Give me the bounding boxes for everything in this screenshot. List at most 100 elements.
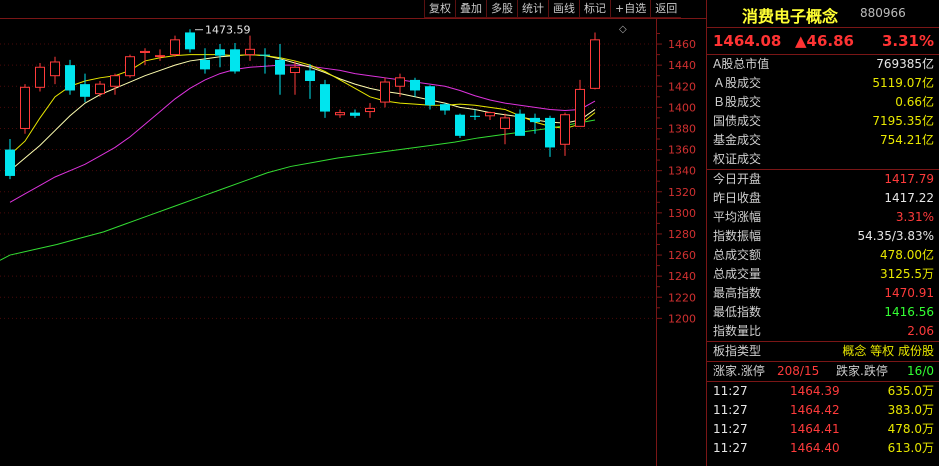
y-tick-label: 1460 — [668, 38, 696, 51]
candle-body — [335, 112, 345, 116]
price-change-pct: 3.31% — [881, 32, 934, 50]
candle-body — [110, 75, 120, 87]
market-stat-row: Ｂ股成交 0.66亿 — [707, 93, 939, 112]
toolbar-button-add-watch[interactable]: +自选 — [610, 0, 651, 18]
index-stat-value: 3.31% — [895, 210, 934, 224]
toolbar-button-mark[interactable]: 标记 — [579, 0, 610, 18]
advance-decline-row: 涨家.涨停 208/15 跌家.跌停 16/0 — [707, 362, 939, 382]
panel-header: 消费电子概念 880966 — [707, 0, 939, 27]
market-stat-value: 5119.07亿 — [872, 76, 934, 90]
toolbar-button-draw[interactable]: 画线 — [548, 0, 579, 18]
index-stat-label: 指数量比 — [713, 324, 762, 338]
toolbar-button-overlay[interactable]: 叠加 — [455, 0, 486, 18]
index-stat-label: 最高指数 — [713, 286, 762, 300]
market-stat-row: A股总市值 769385亿 — [707, 55, 939, 74]
index-type-label: 板指类型 — [713, 344, 762, 358]
index-stat-label: 今日开盘 — [713, 172, 762, 186]
candle-body — [290, 66, 300, 74]
market-stat-label: 国债成交 — [713, 114, 762, 128]
decline-label: 跌家.跌停 — [836, 364, 888, 378]
candle-body — [185, 32, 195, 50]
current-price: 1464.08 — [713, 32, 782, 50]
candle-body — [200, 59, 210, 70]
y-tick-label: 1360 — [668, 144, 696, 157]
candle-body — [425, 86, 435, 106]
tick-volume: 635.0万 — [887, 384, 934, 398]
index-stat-row: 指数量比 2.06 — [707, 322, 939, 341]
tick-time: 11:27 — [713, 441, 748, 455]
index-stat-value: 3125.5万 — [880, 267, 934, 281]
market-stat-row: 国债成交 7195.35亿 — [707, 112, 939, 131]
index-stat-label: 平均涨幅 — [713, 210, 762, 224]
candle-body — [95, 83, 105, 95]
market-stat-value: 7195.35亿 — [872, 114, 934, 128]
tick-price: 1464.40 — [790, 441, 840, 455]
quote-panel: 消费电子概念 880966 1464.08 ▲46.86 3.31% A股总市值… — [706, 0, 939, 466]
toolbar-button-fuquan[interactable]: 复权 — [424, 0, 455, 18]
market-volume-section: A股总市值 769385亿 Ａ股成交 5119.07亿 Ｂ股成交 0.66亿国债成交 719… — [707, 55, 939, 170]
index-stat-value: 478.00亿 — [880, 248, 934, 262]
price-change: ▲46.86 — [795, 32, 854, 50]
market-stat-label: Ａ股成交 — [713, 76, 762, 90]
index-stats-section: 今日开盘 1417.79 昨日收盘 1417.22 平均涨幅 3.31% 指数振幅 54.35… — [707, 170, 939, 342]
y-tick-label: 1300 — [668, 207, 696, 220]
diamond-icon[interactable]: ◇ — [619, 24, 627, 35]
kline-chart[interactable]: 1460 1440 1420 1400 1380 1360 1340 1320 1300 1280… — [0, 0, 706, 466]
market-stat-row: Ａ股成交 5119.07亿 — [707, 74, 939, 93]
tick-list: 11:27 1464.39 635.0万 11:27 1464.42 383.0万 11:2… — [707, 382, 939, 458]
y-tick-label: 1340 — [668, 165, 696, 178]
tick-volume: 478.0万 — [887, 422, 934, 436]
tick-volume: 383.0万 — [887, 403, 934, 417]
market-stat-label: 基金成交 — [713, 133, 762, 147]
candle-body — [365, 107, 375, 113]
ma-yellow-line — [9, 54, 596, 156]
price-line: 1464.08 ▲46.86 3.31% — [707, 27, 939, 55]
chart-toolbar: 复权 叠加 多股 统计 画线 标记 +自选 返回 — [424, 0, 682, 18]
tick-row: 11:27 1464.40 613.0万 — [707, 439, 939, 458]
market-stat-value: 0.66亿 — [895, 95, 934, 109]
candle-body — [470, 115, 480, 117]
index-stat-label: 昨日收盘 — [713, 191, 762, 205]
candle-body — [140, 50, 150, 53]
index-stat-value: 1417.22 — [884, 191, 934, 205]
toolbar-button-multi[interactable]: 多股 — [486, 0, 517, 18]
candle-body — [50, 61, 60, 77]
index-stat-label: 指数振幅 — [713, 229, 762, 243]
index-name: 消费电子概念 — [742, 7, 839, 26]
index-stat-label: 总成交额 — [713, 248, 762, 262]
tick-price: 1464.39 — [790, 384, 840, 398]
index-stat-label: 最低指数 — [713, 305, 762, 319]
index-stat-row: 昨日收盘 1417.22 — [707, 189, 939, 208]
toolbar-button-stats[interactable]: 统计 — [517, 0, 548, 18]
decline-value: 16/0 — [907, 364, 934, 378]
tick-price: 1464.42 — [790, 403, 840, 417]
candle-body — [380, 81, 390, 103]
tick-row: 11:27 1464.42 383.0万 — [707, 401, 939, 420]
candle-body — [590, 39, 600, 89]
ma-green-line — [0, 119, 596, 261]
kline-chart-area[interactable]: 1460 1440 1420 1400 1380 1360 1340 1320 1300 1280… — [0, 0, 706, 466]
index-type-value[interactable]: 概念 等权 成份股 — [842, 342, 934, 361]
y-tick-label: 1260 — [668, 249, 696, 262]
ma-white-line — [9, 54, 596, 172]
high-price-label: 1473.59 — [205, 24, 251, 37]
tick-time: 11:27 — [713, 403, 748, 417]
candle-body — [440, 104, 450, 111]
market-stat-row: 权证成交 — [707, 150, 939, 169]
index-stat-row: 最高指数 1470.91 — [707, 284, 939, 303]
candle-body — [125, 56, 135, 77]
market-stat-label: A股总市值 — [713, 57, 770, 71]
index-type-row: 板指类型 概念 等权 成份股 — [707, 342, 939, 362]
index-stat-row: 指数振幅 54.35/3.83% — [707, 227, 939, 246]
index-stat-value: 1416.56 — [884, 305, 934, 319]
y-tick-label: 1200 — [668, 312, 696, 325]
index-stat-value: 54.35/3.83% — [857, 229, 934, 243]
candle-body — [215, 49, 225, 56]
candle-body — [80, 84, 90, 97]
candle-body — [170, 39, 180, 56]
candle-body — [485, 112, 495, 117]
candle-body — [560, 114, 570, 145]
y-tick-label: 1400 — [668, 101, 696, 114]
candle-body — [530, 117, 540, 123]
toolbar-button-back[interactable]: 返回 — [650, 0, 682, 18]
